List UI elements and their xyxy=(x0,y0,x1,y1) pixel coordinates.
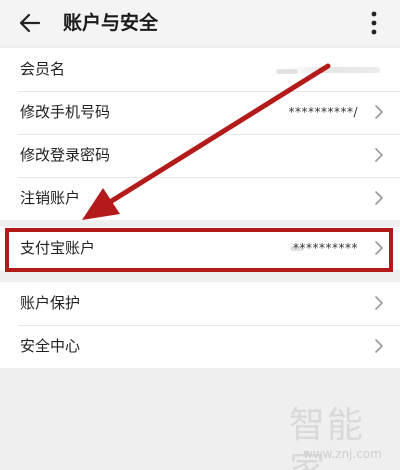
security-center-row[interactable]: 安全中心 xyxy=(0,325,400,368)
chevron-right-icon xyxy=(375,105,383,119)
security-group: 账户保护 安全中心 xyxy=(0,282,400,368)
row-label: 账户保护 xyxy=(20,294,81,312)
app-header: 账户与安全 xyxy=(0,0,400,46)
masked-phone-value: **********/ xyxy=(288,105,358,119)
chevron-right-icon xyxy=(375,339,383,353)
row-label: 修改手机号码 xyxy=(20,103,111,121)
watermark-url: www.znj.com xyxy=(303,447,382,461)
blurred-value xyxy=(290,67,380,73)
chevron-right-icon xyxy=(375,191,383,205)
row-label: 安全中心 xyxy=(20,337,81,355)
more-vertical-icon[interactable] xyxy=(365,10,383,36)
change-password-row[interactable]: 修改登录密码 xyxy=(0,134,400,177)
row-label: 会员名 xyxy=(20,60,66,78)
close-account-row[interactable]: 注销账户 xyxy=(0,177,400,220)
chevron-right-icon xyxy=(375,148,383,162)
highlight-box xyxy=(5,228,393,272)
chevron-right-icon xyxy=(375,296,383,310)
member-name-row[interactable]: 会员名 xyxy=(0,48,400,91)
account-protection-row[interactable]: 账户保护 xyxy=(0,282,400,325)
page-title: 账户与安全 xyxy=(63,12,159,34)
row-label: 修改登录密码 xyxy=(20,146,111,164)
watermark: 智能家 www.znj.com xyxy=(283,404,393,470)
back-arrow-icon[interactable] xyxy=(18,11,42,35)
row-label: 注销账户 xyxy=(20,189,81,207)
change-phone-row[interactable]: 修改手机号码 **********/ xyxy=(0,91,400,134)
account-settings-group: 会员名 修改手机号码 **********/ 修改登录密码 注销账户 xyxy=(0,48,400,220)
